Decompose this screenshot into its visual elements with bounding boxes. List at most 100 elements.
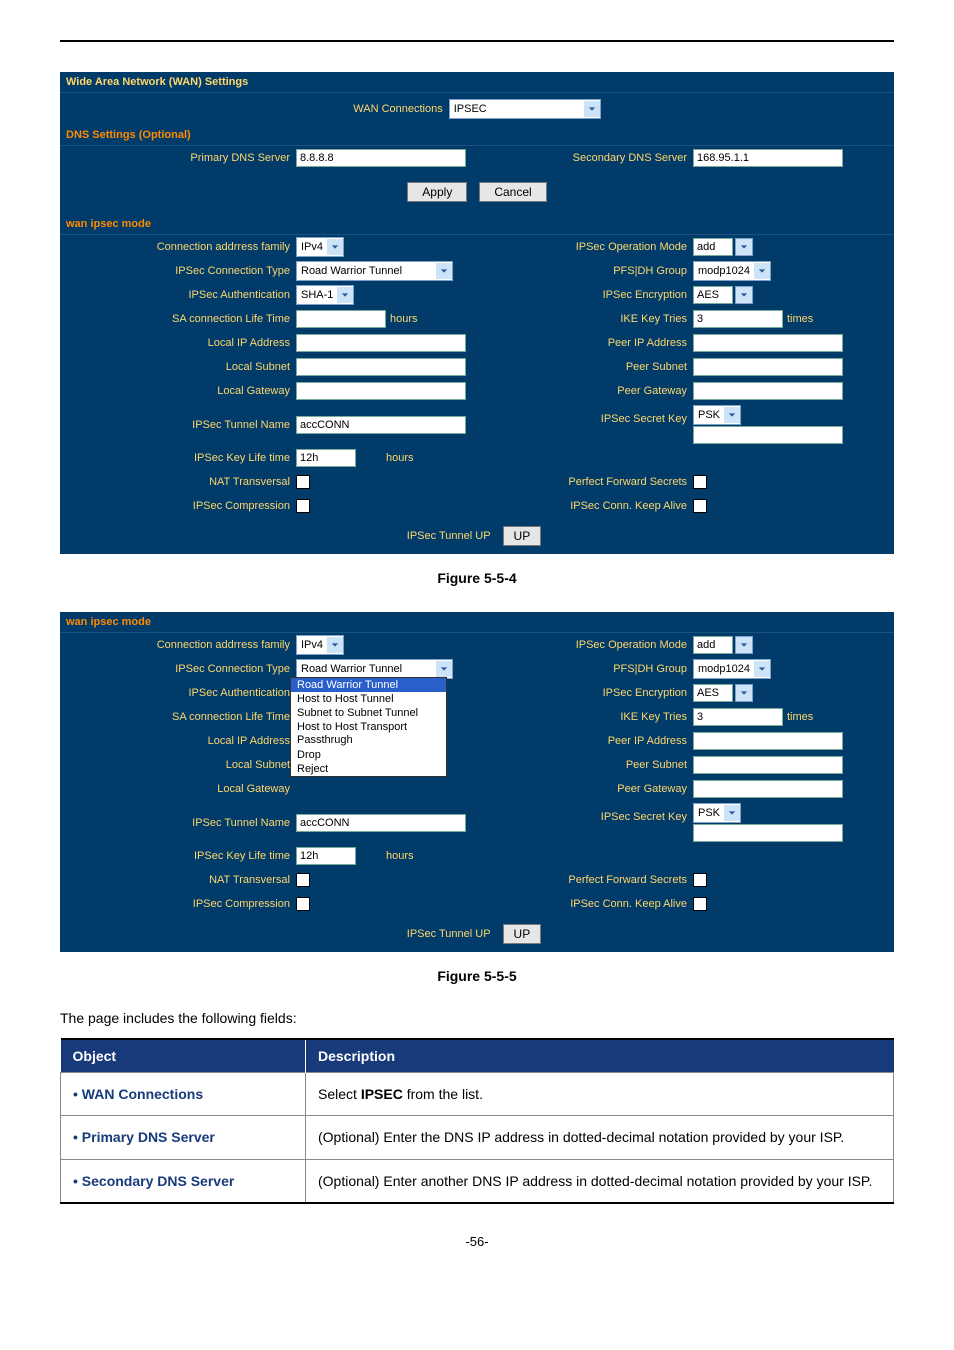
wan-connections-value: IPSEC [450,102,491,116]
keepalive-label: IPSec Conn. Keep Alive [477,500,693,512]
pfs-select-2[interactable]: modp1024 [693,659,771,679]
secret-key-type-select[interactable]: PSK [693,405,741,425]
wan-connections-select[interactable]: IPSEC [449,99,601,119]
conn-type-select-2[interactable]: Road Warrior Tunnel [296,659,453,679]
key-life-label-2: IPSec Key Life time [60,850,296,862]
wan-settings-title: Wide Area Network (WAN) Settings [60,72,894,93]
dropdown-option[interactable]: Subnet to Subnet Tunnel [291,706,446,720]
nat-checkbox[interactable] [296,475,310,489]
conn-type-select[interactable]: Road Warrior Tunnel [296,261,453,281]
table-row-object: Secondary DNS Server [61,1159,306,1203]
table-row-desc: Select IPSEC from the list. [306,1073,894,1116]
conn-type-dropdown-open[interactable]: Road Warrior Tunnel Host to Host Tunnel … [290,677,447,777]
pfs-select[interactable]: modp1024 [693,261,771,281]
chevron-down-icon [584,101,600,117]
keepalive-checkbox-2[interactable] [693,897,707,911]
tunnel-name-input[interactable] [296,416,466,434]
enc-label: IPSec Encryption [477,289,693,301]
dropdown-option[interactable]: Host to Host Transport Passthrugh [291,720,446,748]
dropdown-option[interactable]: Drop [291,748,446,762]
up-button[interactable]: UP [503,526,542,546]
op-mode-input[interactable] [693,238,733,256]
secret-key-label-2: IPSec Secret Key [477,803,693,823]
chevron-down-icon [436,263,452,279]
dropdown-option[interactable]: Host to Host Tunnel [291,692,446,706]
peer-gw-input[interactable] [693,382,843,400]
local-gw-label: Local Gateway [60,385,296,397]
peer-ip-input-2[interactable] [693,732,843,750]
enc-input-2[interactable] [693,684,733,702]
local-subnet-label: Local Subnet [60,361,296,373]
peer-subnet-input-2[interactable] [693,756,843,774]
secret-key-label: IPSec Secret Key [477,405,693,425]
intro-text: The page includes the following fields: [60,1010,894,1026]
secret-key-input[interactable] [693,426,843,444]
chevron-down-icon[interactable] [735,684,753,702]
apply-button[interactable]: Apply [407,182,467,202]
pfs-checkbox[interactable] [693,475,707,489]
secret-key-group: PSK [693,405,843,444]
ike-input-2[interactable] [693,708,783,726]
wan-ipsec-mode-title: wan ipsec mode [60,214,894,235]
ike-label-2: IKE Key Tries [477,711,693,723]
enc-input[interactable] [693,286,733,304]
chevron-down-icon[interactable] [735,286,753,304]
wan-ipsec-mode-panel-2: wan ipsec mode Connection addrress famil… [60,612,894,952]
conn-family-select-2[interactable]: IPv4 [296,635,344,655]
ike-label: IKE Key Tries [477,313,693,325]
key-life-input[interactable] [296,449,356,467]
tunnel-name-label-2: IPSec Tunnel Name [60,817,296,829]
table-row-object: Primary DNS Server [61,1116,306,1159]
ike-input[interactable] [693,310,783,328]
chevron-down-icon [337,287,353,303]
pfs-checkbox-2[interactable] [693,873,707,887]
tunnel-name-label: IPSec Tunnel Name [60,419,296,431]
conn-type-label: IPSec Connection Type [60,265,296,277]
op-mode-input-2[interactable] [693,636,733,654]
dropdown-option[interactable]: Road Warrior Tunnel [291,678,446,692]
pfs-secrets-label-2: Perfect Forward Secrets [477,874,693,886]
secret-key-type-select-2[interactable]: PSK [693,803,741,823]
conn-family-select[interactable]: IPv4 [296,237,344,257]
tunnel-up-label: IPSec Tunnel UP [407,530,491,542]
chevron-down-icon [724,805,740,821]
pfs-secrets-label: Perfect Forward Secrets [477,476,693,488]
peer-subnet-input[interactable] [693,358,843,376]
cancel-button[interactable]: Cancel [479,182,546,202]
nat-label: NAT Transversal [60,476,296,488]
comp-checkbox-2[interactable] [296,897,310,911]
chevron-down-icon [724,407,740,423]
op-mode-label: IPSec Operation Mode [477,241,693,253]
peer-gw-input-2[interactable] [693,780,843,798]
dropdown-option[interactable]: Reject [291,762,446,776]
peer-subnet-label: Peer Subnet [477,361,693,373]
sa-label: SA connection Life Time [60,313,296,325]
figure-caption-2: Figure 5-5-5 [60,968,894,984]
key-life-input-2[interactable] [296,847,356,865]
hours-unit: hours [386,452,414,464]
keepalive-checkbox[interactable] [693,499,707,513]
chevron-down-icon[interactable] [735,636,753,654]
tunnel-name-input-2[interactable] [296,814,466,832]
local-gw-input[interactable] [296,382,466,400]
sa-input[interactable] [296,310,386,328]
nat-checkbox-2[interactable] [296,873,310,887]
comp-label-2: IPSec Compression [60,898,296,910]
chevron-down-icon[interactable] [735,238,753,256]
local-ip-input[interactable] [296,334,466,352]
secret-key-input-2[interactable] [693,824,843,842]
sa-label-2: SA connection Life Time [60,711,296,723]
table-row-desc: (Optional) Enter another DNS IP address … [306,1159,894,1203]
comp-checkbox[interactable] [296,499,310,513]
primary-dns-input[interactable] [296,149,466,167]
conn-family-label-2: Connection addrress family [60,639,296,651]
peer-ip-input[interactable] [693,334,843,352]
pfs-label: PFS|DH Group [477,265,693,277]
chevron-down-icon [436,661,452,677]
local-subnet-input[interactable] [296,358,466,376]
table-row-desc: (Optional) Enter the DNS IP address in d… [306,1116,894,1159]
secondary-dns-input[interactable] [693,149,843,167]
up-button-2[interactable]: UP [503,924,542,944]
local-subnet-label-2: Local Subnet [60,759,296,771]
auth-select[interactable]: SHA-1 [296,285,354,305]
